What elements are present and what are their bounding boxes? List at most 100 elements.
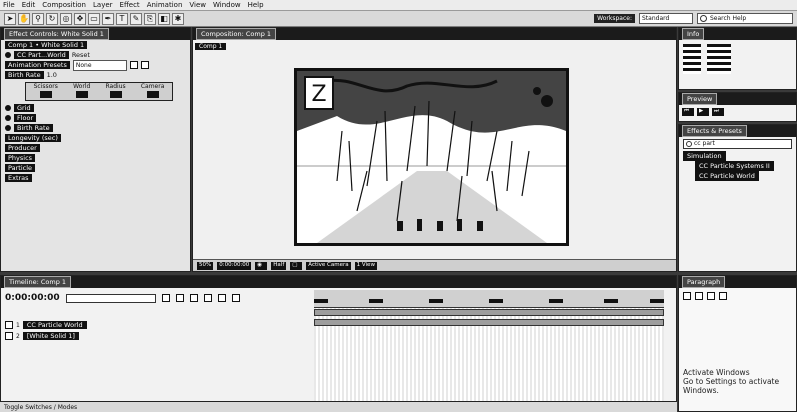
preview-tab[interactable]: Preview: [682, 93, 718, 105]
category-simulation[interactable]: Simulation: [679, 151, 796, 161]
composition-tab[interactable]: Composition: Comp 1: [196, 28, 277, 40]
layer-name-1[interactable]: CC Particle World: [22, 321, 87, 329]
workspace-select[interactable]: Standard: [639, 13, 693, 24]
preset-item[interactable]: CC Particle World: [679, 171, 796, 181]
clone-tool-icon[interactable]: ⎘: [144, 12, 156, 25]
expand-floor-icon[interactable]: [5, 115, 11, 121]
timeline-track-area[interactable]: [314, 308, 664, 401]
expand-grid-icon[interactable]: [5, 105, 11, 111]
last-frame-icon[interactable]: ⏭: [712, 108, 724, 116]
selection-tool-icon[interactable]: ➤: [4, 12, 16, 25]
frame-blending-icon[interactable]: [203, 294, 212, 302]
preset-prev-icon[interactable]: [129, 61, 138, 69]
timeline-timecode[interactable]: 0:00:00:00: [5, 293, 60, 303]
align-buttons: [679, 288, 796, 304]
align-left-icon[interactable]: [683, 292, 691, 300]
animation-presets-select[interactable]: None: [72, 59, 127, 71]
section-physics[interactable]: Physics: [1, 153, 190, 163]
layer-row-2[interactable]: 2 [White Solid 1]: [1, 331, 314, 341]
text-tool-icon[interactable]: T: [116, 12, 128, 25]
paragraph-tab[interactable]: Paragraph: [682, 276, 726, 288]
viewer-timecode[interactable]: 0:00:00:00: [217, 261, 252, 270]
draft-3d-icon[interactable]: [175, 294, 184, 302]
effect-controls-tab[interactable]: Effect Controls: White Solid 1: [4, 28, 109, 40]
section-floor-label: Floor: [14, 114, 37, 122]
timeline-tab[interactable]: Timeline: Comp 1: [4, 276, 72, 288]
section-producer[interactable]: Producer: [1, 143, 190, 153]
timeline-search-input[interactable]: [65, 293, 156, 303]
preset-next-icon[interactable]: [140, 61, 149, 69]
zoom-select[interactable]: 50%: [197, 261, 214, 270]
effects-search-input[interactable]: cc part: [683, 139, 792, 149]
menu-window[interactable]: Window: [213, 1, 241, 9]
section-extras[interactable]: Extras: [1, 173, 190, 183]
layer-bar-2[interactable]: [314, 319, 664, 326]
menu-layer[interactable]: Layer: [93, 1, 113, 9]
comp-mini-flowchart-icon[interactable]: [161, 294, 170, 302]
info-panel: Info: [678, 27, 797, 90]
resolution-select[interactable]: Half: [271, 261, 287, 270]
menu-edit[interactable]: Edit: [22, 1, 36, 9]
rotate-tool-icon[interactable]: ↻: [46, 12, 58, 25]
pan-behind-tool-icon[interactable]: ✥: [74, 12, 86, 25]
visibility-toggle-icon[interactable]: [5, 321, 13, 329]
menu-animation[interactable]: Animation: [147, 1, 183, 9]
birth-rate-value[interactable]: 1.0: [47, 71, 57, 79]
views-select[interactable]: 1 View: [354, 261, 377, 270]
watermark-line-1: Activate Windows: [683, 368, 750, 377]
camera-snapshot-icon[interactable]: ◉: [255, 261, 268, 270]
expand-birth-rate-icon[interactable]: [5, 125, 11, 131]
hide-shy-icon[interactable]: [189, 294, 198, 302]
play-icon[interactable]: ▶: [697, 108, 709, 116]
zoom-tool-icon[interactable]: ⚲: [32, 12, 44, 25]
composition-tab-bar: Composition: Comp 1: [193, 28, 676, 40]
effect-reset-link[interactable]: Reset: [72, 51, 90, 59]
search-help-placeholder: Search Help: [710, 15, 747, 22]
align-right-icon[interactable]: [707, 292, 715, 300]
mask-tool-icon[interactable]: ▭: [88, 12, 100, 25]
motion-blur-icon[interactable]: [217, 294, 226, 302]
section-birth-rate[interactable]: Birth Rate: [1, 123, 190, 133]
active-camera-select[interactable]: Active Camera: [306, 261, 351, 270]
region-of-interest-icon[interactable]: ▢: [290, 261, 303, 270]
menu-help[interactable]: Help: [248, 1, 264, 9]
section-grid[interactable]: Grid: [1, 103, 190, 113]
align-center-icon[interactable]: [695, 292, 703, 300]
camera-tool-icon[interactable]: ◎: [60, 12, 72, 25]
toggle-switches-label[interactable]: Toggle Switches / Modes: [4, 404, 77, 411]
menu-effect[interactable]: Effect: [120, 1, 140, 9]
preset-item[interactable]: CC Particle Systems II: [679, 161, 796, 171]
layer-bar-1[interactable]: [314, 309, 664, 316]
search-help-input[interactable]: Search Help: [697, 13, 793, 24]
comp-render-image[interactable]: Z: [294, 68, 569, 246]
param-radius[interactable]: Radius: [106, 83, 126, 100]
menu-file[interactable]: File: [3, 1, 15, 9]
time-ruler[interactable]: [314, 290, 664, 308]
info-tab[interactable]: Info: [682, 28, 705, 40]
viewer-controls: 50% 0:00:00:00 ◉ Half ▢ Active Camera 1 …: [193, 259, 676, 271]
fx-toggle-icon[interactable]: [5, 52, 11, 58]
param-scissors[interactable]: Scissors: [34, 83, 58, 100]
menu-view[interactable]: View: [189, 1, 206, 9]
layer-name-2[interactable]: [White Solid 1]: [22, 332, 79, 340]
first-frame-icon[interactable]: ⏮: [682, 108, 694, 116]
eraser-tool-icon[interactable]: ◧: [158, 12, 170, 25]
effect-name[interactable]: CC Part...World: [14, 51, 69, 59]
section-particle[interactable]: Particle: [1, 163, 190, 173]
effects-presets-tab[interactable]: Effects & Presets: [682, 125, 747, 137]
section-floor[interactable]: Floor: [1, 113, 190, 123]
justify-icon[interactable]: [719, 292, 727, 300]
comp-subtab[interactable]: Comp 1: [195, 42, 227, 50]
graph-editor-icon[interactable]: [231, 294, 240, 302]
ruler-tick: [549, 299, 563, 303]
menu-composition[interactable]: Composition: [42, 1, 86, 9]
param-world[interactable]: World: [73, 83, 90, 100]
visibility-toggle-icon[interactable]: [5, 332, 13, 340]
param-camera[interactable]: Camera: [141, 83, 164, 100]
pen-tool-icon[interactable]: ✒: [102, 12, 114, 25]
section-longevity[interactable]: Longevity (sec): [1, 133, 190, 143]
brush-tool-icon[interactable]: ✎: [130, 12, 142, 25]
puppet-tool-icon[interactable]: ✱: [172, 12, 184, 25]
layer-row-1[interactable]: 1 CC Particle World: [1, 320, 314, 330]
hand-tool-icon[interactable]: ✋: [18, 12, 30, 25]
